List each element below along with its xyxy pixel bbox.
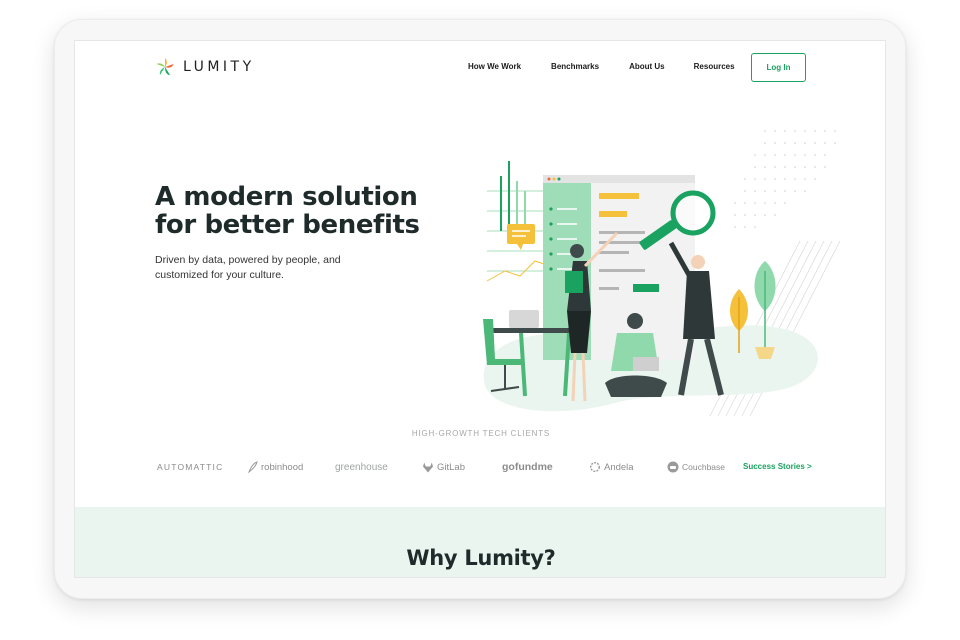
lumity-logo[interactable]: LUMITY (155, 57, 255, 77)
hero-subtitle-line2: customized for your culture. (155, 269, 284, 281)
hero-title-line2: for better benefits (155, 210, 420, 240)
client-logo-andela: Andela (589, 458, 634, 476)
logo-wordmark: LUMITY (183, 59, 255, 75)
why-lumity-heading: Why Lumity? (406, 546, 556, 570)
login-button[interactable]: Log In (751, 53, 806, 82)
hero-title-line1: A modern solution (155, 182, 418, 212)
feather-icon (248, 461, 258, 473)
nav-benchmarks[interactable]: Benchmarks (551, 62, 599, 71)
chat-bubble-icon (507, 224, 535, 250)
nav-resources[interactable]: Resources (694, 62, 735, 71)
gear-ring-icon (589, 461, 601, 473)
hero-subtitle-line1: Driven by data, powered by people, and (155, 254, 341, 266)
hero-illustration (483, 130, 841, 417)
client-logo-couchbase: Couchbase (667, 458, 725, 476)
browser-screen: LUMITY How We Work Benchmarks About Us R… (74, 40, 886, 578)
client-logo-greenhouse: greenhouse (335, 461, 388, 473)
hero-title: A modern solution for better benefits (155, 183, 420, 239)
couch-circle-icon (667, 461, 679, 473)
success-stories-link[interactable]: Success Stories > (743, 462, 812, 471)
dot-grid-decoration (734, 130, 836, 228)
nav-about-us[interactable]: About Us (629, 62, 665, 71)
client-logo-gitlab: GitLab (422, 458, 465, 476)
client-logo-automattic: AUTOMATTIC (157, 462, 224, 472)
clients-heading: HIGH-GROWTH TECH CLIENTS (411, 429, 551, 438)
hero-subtitle: Driven by data, powered by people, and c… (155, 253, 385, 283)
client-logo-gofundme: gofundme (502, 461, 553, 473)
background-chart (486, 161, 551, 282)
nav-how-we-work[interactable]: How We Work (468, 62, 521, 71)
fox-icon (423, 462, 433, 472)
main-nav: How We Work Benchmarks About Us Resource… (468, 62, 735, 71)
client-logos-row: AUTOMATTIC robinhood greenhouse GitLab g… (157, 458, 817, 476)
lumity-leaf-logo-icon (156, 58, 174, 75)
client-logo-robinhood: robinhood (248, 458, 303, 476)
